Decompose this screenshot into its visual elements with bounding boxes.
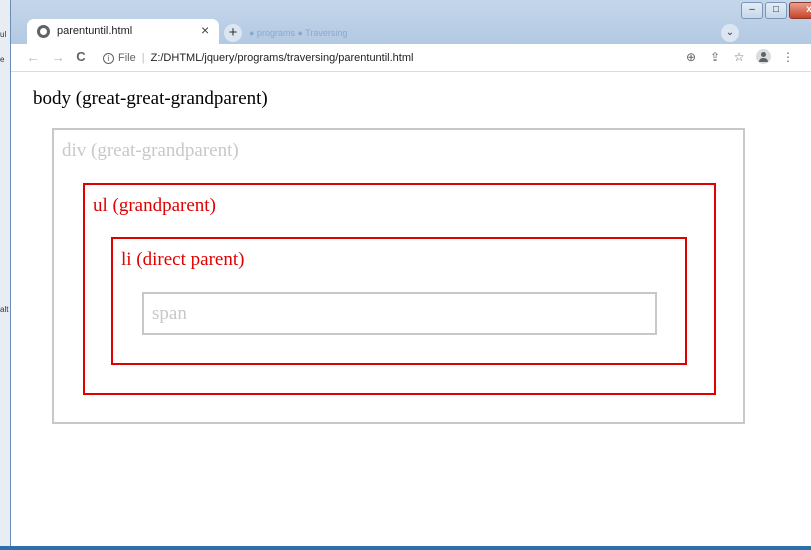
li-box: li (direct parent) span — [111, 237, 687, 365]
bookmark-star-icon[interactable]: ☆ — [732, 49, 746, 65]
body-label: body (great-great-grandparent) — [33, 88, 268, 109]
span-box: span — [142, 292, 657, 335]
minimize-button[interactable]: – — [741, 2, 763, 19]
info-icon[interactable]: i — [103, 52, 114, 64]
close-window-button[interactable]: x — [789, 2, 811, 19]
menu-icon[interactable]: ⋮ — [781, 49, 795, 65]
forward-button[interactable]: → — [50, 49, 66, 65]
desktop-label: alt — [0, 305, 9, 314]
desktop-label: ul — [0, 30, 7, 39]
tab-parentuntil[interactable]: parentuntil.html × — [27, 19, 219, 44]
span-label: span — [152, 303, 187, 324]
new-tab-button[interactable]: + — [224, 24, 242, 42]
ul-box: ul (grandparent) li (direct parent) span — [83, 183, 716, 395]
globe-icon — [37, 25, 50, 38]
tab-search-button[interactable]: ⌄ — [721, 24, 739, 42]
browser-window: parentuntil.html × + ● programs ● Traver… — [10, 0, 811, 550]
address-bar[interactable]: i File | Z:/DHTML/jquery/programs/traver… — [103, 49, 423, 67]
window-controls: – □ x — [741, 2, 811, 19]
ul-label: ul (grandparent) — [93, 195, 216, 216]
page-content: body (great-great-grandparent) div (grea… — [11, 73, 811, 550]
reload-button[interactable]: C — [73, 49, 89, 65]
li-label: li (direct parent) — [121, 249, 245, 270]
file-label: File — [118, 52, 136, 64]
tab-close-icon[interactable]: × — [201, 22, 209, 38]
back-button[interactable]: ← — [25, 49, 41, 65]
toolbar-actions: ⊕ ⇪ ☆ ⋮ — [684, 49, 795, 65]
separator: | — [141, 52, 145, 64]
profile-icon[interactable] — [756, 49, 771, 64]
maximize-button[interactable]: □ — [765, 2, 787, 19]
div-box: div (great-grandparent) ul (grandparent)… — [52, 128, 745, 424]
div-label: div (great-grandparent) — [62, 140, 239, 161]
browser-toolbar: ← → C i File | Z:/DHTML/jquery/programs/… — [11, 44, 811, 72]
tab-title: parentuntil.html — [57, 25, 133, 37]
desktop-label: e — [0, 55, 5, 64]
share-icon[interactable]: ⇪ — [708, 49, 722, 65]
taskbar-edge — [0, 546, 811, 550]
desktop-background: ul e alt — [0, 0, 10, 550]
zoom-icon[interactable]: ⊕ — [684, 49, 698, 65]
background-tabs[interactable]: ● programs ● Traversing — [249, 28, 347, 38]
url-text[interactable]: Z:/DHTML/jquery/programs/traversing/pare… — [151, 49, 414, 67]
title-bar: parentuntil.html × + ● programs ● Traver… — [11, 0, 811, 44]
